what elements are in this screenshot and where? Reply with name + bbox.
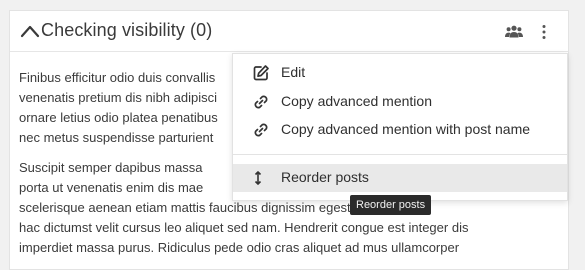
menu-item-label: Copy advanced mention xyxy=(281,93,432,109)
menu-item-reorder-posts[interactable]: Reorder posts xyxy=(233,164,567,192)
text-line: hac dictumst velit cursus leo aliquet se… xyxy=(19,220,469,235)
panel-title: Checking visibility (0) xyxy=(41,20,213,40)
link-icon xyxy=(254,95,268,109)
menu-item-copy-advanced-mention[interactable]: Copy advanced mention xyxy=(233,88,567,116)
menu-divider xyxy=(233,154,567,155)
text-line: imperdiet massa purus. Ridiculus pede od… xyxy=(19,240,460,255)
users-icon[interactable] xyxy=(505,25,523,38)
tooltip: Reorder posts xyxy=(350,195,432,215)
menu-item-label: Edit xyxy=(281,64,306,80)
text-line: scelerisque aenean etiam mattis faucibus… xyxy=(19,200,424,215)
panel-header[interactable]: Checking visibility (0) xyxy=(10,11,568,52)
menu-item-copy-advanced-mention-with-post-name[interactable]: Copy advanced mention with post name xyxy=(233,116,567,144)
menu-item-label: Copy advanced mention with post name xyxy=(281,121,531,137)
menu-item-edit[interactable]: Edit xyxy=(233,59,567,87)
edit-icon xyxy=(253,65,269,81)
reorder-icon xyxy=(254,171,262,185)
chevron-up-icon[interactable] xyxy=(20,23,40,39)
link-icon xyxy=(254,123,268,137)
kebab-menu-icon[interactable] xyxy=(541,24,547,40)
actions-dropdown-menu: Edit Copy advanced mention Copy advanced… xyxy=(232,53,568,201)
menu-item-label: Reorder posts xyxy=(281,169,369,185)
